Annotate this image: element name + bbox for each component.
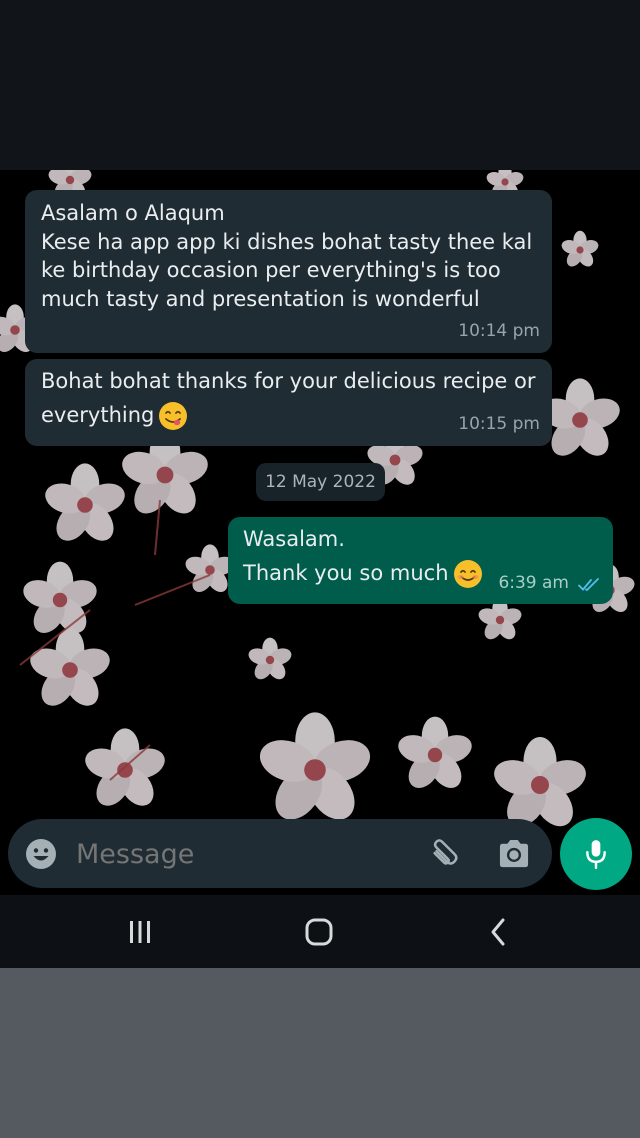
message-line: everything: [41, 402, 155, 427]
mic-button[interactable]: [560, 818, 632, 890]
face-savoring-food-icon: [159, 401, 188, 430]
camera-icon[interactable]: [496, 838, 532, 870]
message-time: 6:39 am: [498, 572, 569, 593]
message-composer[interactable]: [8, 819, 552, 888]
system-nav-bar: [0, 895, 640, 968]
home-button[interactable]: [279, 895, 359, 968]
read-receipt-icon: [578, 578, 599, 592]
message-line: Bohat bohat thanks for your delicious re…: [41, 369, 536, 393]
home-icon: [305, 918, 333, 945]
incoming-message[interactable]: Asalam o Alaqum Kese ha app app ki dishe…: [25, 190, 552, 353]
recents-icon: [130, 920, 150, 943]
chat-area[interactable]: Asalam o Alaqum Kese ha app app ki dishe…: [0, 170, 640, 895]
message-text: Asalam o Alaqum Kese ha app app ki dishe…: [41, 201, 533, 311]
top-bar: [0, 0, 640, 170]
recents-button[interactable]: [100, 895, 180, 968]
outgoing-message[interactable]: Wasalam. Thank you so much 6:39 am: [228, 517, 613, 604]
bottom-background: [0, 968, 640, 1138]
message-line: Wasalam.: [243, 527, 345, 551]
emoji-icon[interactable]: [25, 838, 57, 870]
attach-icon[interactable]: [426, 837, 462, 873]
incoming-message[interactable]: Bohat bohat thanks for your delicious re…: [25, 359, 552, 446]
message-time: 10:14 pm: [458, 320, 540, 341]
back-button[interactable]: [458, 895, 538, 968]
smiling-face-icon: [453, 559, 482, 588]
message-input[interactable]: [74, 831, 398, 878]
date-divider: 12 May 2022: [256, 463, 385, 501]
message-line: Thank you so much: [243, 560, 449, 585]
message-time: 10:15 pm: [458, 413, 540, 434]
back-icon: [491, 918, 505, 945]
mic-icon: [586, 840, 606, 870]
